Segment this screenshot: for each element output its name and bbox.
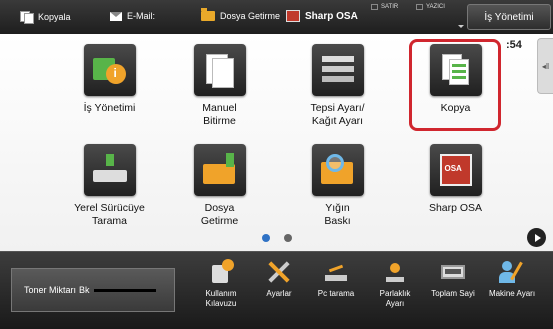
total-count-label: Toplam Sayi (431, 289, 475, 298)
machine-settings-button[interactable]: Makine Ayarı (483, 259, 541, 299)
manual-finishing-icon (193, 44, 246, 96)
tile-manual-finishing[interactable]: Manuel Bitirme (172, 44, 267, 128)
shortcut-email-label: E-Mail: (127, 11, 156, 21)
tile-sharp-osa[interactable]: OSA Sharp OSA (408, 144, 503, 215)
job-status-icon: i (83, 44, 136, 96)
settings-icon (266, 259, 292, 285)
total-count-button[interactable]: Toplam Sayi (424, 259, 482, 299)
next-page-button[interactable] (527, 228, 546, 247)
status-line-label: SATIR (381, 4, 399, 10)
tile-job-status-label: İş Yönetimi (83, 102, 136, 114)
page-dot-active[interactable] (262, 234, 270, 242)
page-dot-inactive[interactable] (284, 234, 292, 242)
total-count-icon (440, 259, 466, 285)
toner-level-panel: Toner Miktarı Bk (11, 268, 175, 312)
toner-color: Bk (79, 285, 90, 295)
osa-icon (286, 10, 300, 22)
status-printer-label: YAZICI (426, 4, 445, 10)
status-printer-box (416, 4, 423, 10)
settings-label: Ayarlar (266, 289, 292, 298)
shortcut-file-retrieve-label: Dosya Getirme (220, 11, 281, 21)
copy-icon (429, 44, 482, 96)
job-status-button[interactable]: İş Yönetimi (467, 4, 551, 30)
shortcut-email[interactable]: E-Mail: (110, 11, 155, 21)
tray-settings-icon (311, 44, 364, 96)
mail-icon (110, 11, 122, 21)
machine-settings-label: Makine Ayarı (488, 289, 536, 298)
shortcut-copy[interactable]: Kopyala (20, 11, 71, 24)
tile-bulk-print[interactable]: Yığın Baskı (290, 144, 385, 228)
tile-scan-to-local-drive[interactable]: Yerel Sürücüye Tarama (62, 144, 157, 228)
tile-manual-finishing-label: Manuel Bitirme (202, 102, 237, 127)
tile-copy[interactable]: Kopya (408, 44, 503, 115)
brightness-button[interactable]: Parlaklık Ayarı (366, 259, 424, 309)
tile-sharp-osa-label: Sharp OSA (428, 202, 483, 214)
tile-file-retrieve[interactable]: Dosya Getirme (172, 144, 267, 228)
tile-scan-to-local-drive-label: Yerel Sürücüye Tarama (74, 202, 145, 227)
tile-bulk-print-label: Yığın Baskı (324, 202, 351, 227)
copy-icon (20, 11, 34, 24)
settings-button[interactable]: Ayarlar (250, 259, 308, 299)
home-screen: :54 ◂‖ i İş Yönetimi Manuel Bitirme Tepsi… (0, 34, 553, 251)
shortcut-copy-label: Kopyala (38, 11, 71, 22)
top-bar: Kopyala E-Mail: Dosya Getirme Sharp OSA … (0, 0, 553, 34)
page-indicator (262, 234, 292, 242)
status-line-box (371, 4, 378, 10)
machine-settings-icon (499, 259, 525, 285)
folder-icon (201, 8, 215, 21)
toner-level-bar (93, 288, 156, 292)
bulk-print-icon (311, 144, 364, 196)
shortcut-sharp-osa-label: Sharp OSA (305, 10, 358, 22)
pc-scan-button[interactable]: Pc tarama (307, 259, 365, 299)
status-printer: YAZICI (416, 4, 445, 10)
tile-file-retrieve-label: Dosya Getirme (200, 202, 239, 227)
status-line: SATIR (371, 4, 398, 10)
scan-to-local-drive-icon (83, 144, 136, 196)
shortcut-sharp-osa[interactable]: Sharp OSA (286, 10, 358, 22)
clock: :54 (506, 39, 522, 51)
user-guide-label: Kullanım Kılavuzu (205, 289, 237, 308)
folder-retrieve-icon (193, 144, 246, 196)
toner-label: Toner Miktarı (24, 285, 77, 295)
pc-scan-label: Pc tarama (317, 289, 355, 298)
user-guide-icon (208, 259, 234, 285)
tile-tray-settings[interactable]: Tepsi Ayarı/Kağıt Ayarı (290, 44, 385, 128)
side-panel-tab[interactable]: ◂‖ (537, 38, 553, 94)
tile-copy-label: Kopya (440, 102, 471, 114)
bottom-bar: Toner Miktarı Bk Kullanım Kılavuzu Ayarla… (0, 251, 553, 329)
sharp-osa-icon: OSA (429, 144, 482, 196)
user-guide-button[interactable]: Kullanım Kılavuzu (192, 259, 250, 309)
shortcut-file-retrieve[interactable]: Dosya Getirme (201, 8, 281, 21)
brightness-icon (382, 259, 408, 285)
tile-job-status[interactable]: i İş Yönetimi (62, 44, 157, 115)
caret-down-icon (458, 25, 464, 28)
tile-tray-settings-label: Tepsi Ayarı/Kağıt Ayarı (310, 102, 365, 127)
brightness-label: Parlaklık Ayarı (379, 289, 411, 308)
pc-scan-icon (323, 259, 349, 285)
